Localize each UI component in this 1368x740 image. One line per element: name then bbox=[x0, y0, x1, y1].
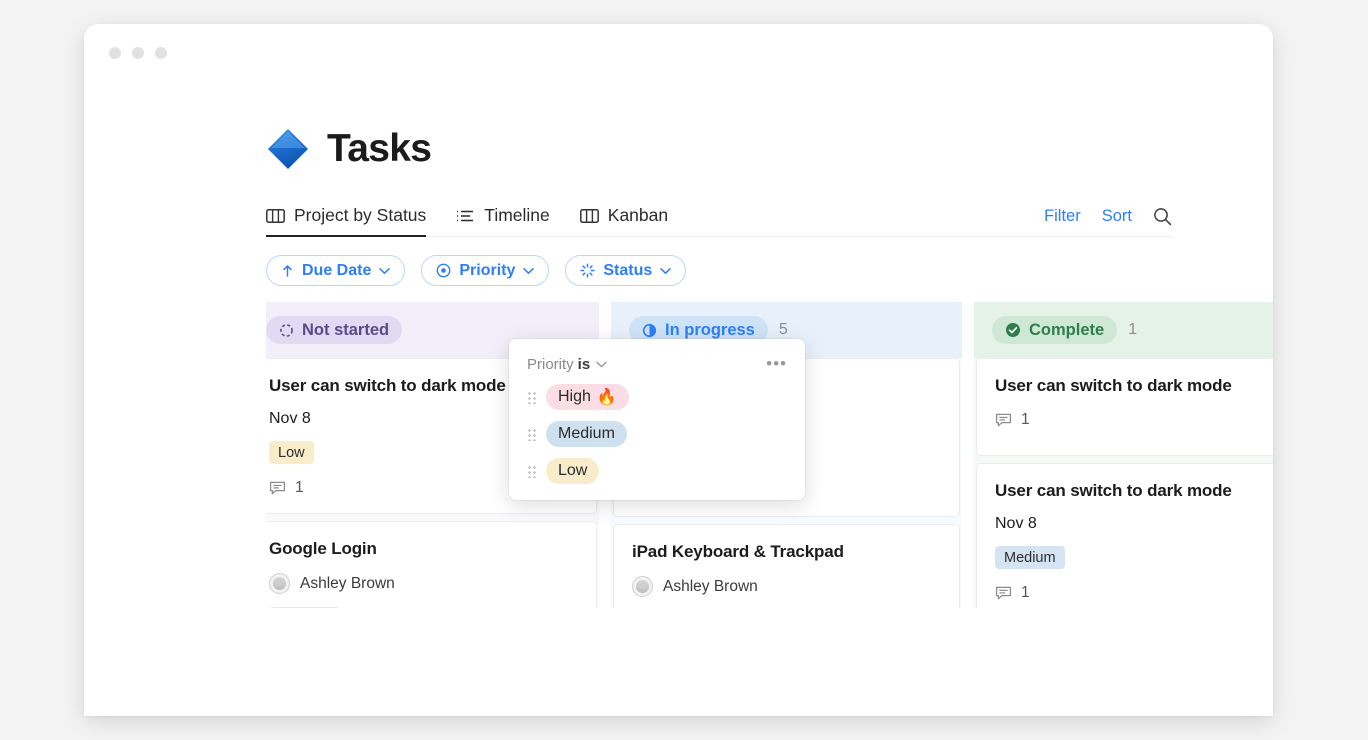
page-title: Tasks bbox=[327, 127, 431, 171]
avatar bbox=[632, 576, 653, 597]
popup-field-label: Priority bbox=[527, 356, 574, 373]
status-label: Complete bbox=[1029, 321, 1104, 340]
option-pill: High 🔥 bbox=[546, 384, 629, 410]
view-tabs-bar: Project by Status Timeline bbox=[266, 205, 1172, 237]
fire-icon: 🔥 bbox=[597, 387, 617, 407]
view-tabs: Project by Status Timeline bbox=[266, 205, 668, 236]
chip-due-date[interactable]: Due Date bbox=[266, 255, 405, 286]
toolbar-actions: Filter Sort bbox=[1044, 207, 1172, 236]
popup-option-medium[interactable]: Medium bbox=[527, 421, 787, 447]
window-titlebar bbox=[84, 24, 1273, 82]
chevron-down-icon bbox=[379, 263, 390, 278]
chevron-down-icon[interactable] bbox=[596, 359, 607, 371]
popup-option-low[interactable]: Low bbox=[527, 458, 787, 484]
card-assignee: Ashley Brown bbox=[632, 576, 941, 597]
drag-handle-icon[interactable] bbox=[527, 427, 537, 441]
arrow-up-icon bbox=[281, 264, 294, 278]
chip-label: Due Date bbox=[302, 262, 371, 280]
search-icon[interactable] bbox=[1153, 207, 1172, 226]
status-label: Not started bbox=[302, 321, 389, 340]
assignee-name: Ashley Brown bbox=[663, 578, 758, 596]
column-count: 5 bbox=[779, 321, 788, 339]
columns-icon bbox=[580, 208, 599, 224]
option-label: Medium bbox=[558, 425, 615, 443]
column-header: Complete 1 bbox=[974, 302, 1273, 358]
card-comments: 1 bbox=[995, 584, 1273, 602]
close-window-button[interactable] bbox=[109, 47, 121, 59]
check-circle-icon bbox=[1005, 322, 1021, 338]
option-pill: Low bbox=[546, 458, 599, 484]
column-count: 1 bbox=[1128, 321, 1137, 339]
option-label: High bbox=[558, 388, 591, 406]
priority-filter-popup[interactable]: Priority is ••• High 🔥 Medium Low bbox=[509, 339, 805, 500]
tab-kanban[interactable]: Kanban bbox=[580, 205, 668, 236]
drag-handle-icon[interactable] bbox=[527, 464, 537, 478]
status-badge[interactable]: Not started bbox=[266, 316, 402, 344]
task-card[interactable]: Google Login Ashley Brown High 🔥 bbox=[266, 521, 597, 608]
tab-timeline[interactable]: Timeline bbox=[456, 205, 549, 236]
board-column-complete: Complete 1 User can switch to dark mode bbox=[974, 302, 1273, 608]
app-window: Tasks Project by Status bbox=[84, 24, 1273, 716]
popup-operator[interactable]: is bbox=[578, 356, 591, 373]
tab-label: Project by Status bbox=[294, 205, 426, 226]
popup-option-high[interactable]: High 🔥 bbox=[527, 384, 787, 410]
ellipsis-icon[interactable]: ••• bbox=[766, 359, 787, 369]
comment-icon bbox=[269, 480, 286, 496]
popup-header: Priority is ••• bbox=[527, 356, 787, 373]
card-title: User can switch to dark mode bbox=[995, 481, 1273, 501]
avatar bbox=[269, 573, 290, 594]
page-header: Tasks bbox=[266, 127, 1273, 171]
task-card[interactable]: User can switch to dark mode 1 bbox=[976, 358, 1273, 456]
filter-button[interactable]: Filter bbox=[1044, 207, 1081, 226]
chevron-down-icon bbox=[523, 263, 534, 278]
option-pill: Medium bbox=[546, 421, 627, 447]
maximize-window-button[interactable] bbox=[155, 47, 167, 59]
column-cards: User can switch to dark mode 1 bbox=[974, 358, 1273, 608]
card-assignee: Ashley Brown bbox=[269, 573, 578, 594]
chip-status[interactable]: Status bbox=[565, 255, 686, 286]
task-card[interactable]: iPad Keyboard & Trackpad Ashley Brown bbox=[613, 524, 960, 608]
priority-badge: Low bbox=[269, 441, 314, 464]
blue-diamond-icon bbox=[266, 127, 310, 171]
tab-label: Timeline bbox=[484, 205, 549, 226]
chip-label: Status bbox=[603, 262, 652, 280]
priority-badge: High 🔥 bbox=[269, 607, 340, 608]
chip-priority[interactable]: Priority bbox=[421, 255, 549, 286]
card-title: Google Login bbox=[269, 539, 578, 559]
target-dot-icon bbox=[436, 263, 451, 278]
comment-icon bbox=[995, 585, 1012, 601]
priority-label: Medium bbox=[1004, 550, 1056, 566]
task-card[interactable]: User can switch to dark mode Nov 8 Mediu… bbox=[976, 463, 1273, 608]
dashed-circle-icon bbox=[279, 323, 294, 338]
comment-icon bbox=[995, 412, 1012, 428]
card-due-date: Nov 8 bbox=[995, 515, 1273, 533]
option-label: Low bbox=[558, 462, 587, 480]
priority-badge: Medium bbox=[995, 546, 1065, 569]
card-title: User can switch to dark mode bbox=[995, 376, 1273, 396]
chevron-down-icon bbox=[660, 263, 671, 278]
status-label: In progress bbox=[665, 321, 755, 340]
priority-label: Low bbox=[278, 445, 305, 461]
half-circle-icon bbox=[642, 323, 657, 338]
status-badge[interactable]: Complete bbox=[992, 316, 1117, 344]
spinner-icon bbox=[580, 263, 595, 278]
columns-icon bbox=[266, 208, 285, 224]
timeline-list-icon bbox=[456, 208, 475, 224]
comment-count: 1 bbox=[295, 479, 304, 497]
card-comments: 1 bbox=[995, 411, 1273, 429]
tab-project-by-status[interactable]: Project by Status bbox=[266, 205, 426, 236]
tab-label: Kanban bbox=[608, 205, 668, 226]
filter-chips: Due Date Priority bbox=[266, 255, 1273, 286]
drag-handle-icon[interactable] bbox=[527, 390, 537, 404]
assignee-name: Ashley Brown bbox=[300, 575, 395, 593]
card-title: iPad Keyboard & Trackpad bbox=[632, 542, 941, 562]
minimize-window-button[interactable] bbox=[132, 47, 144, 59]
comment-count: 1 bbox=[1021, 411, 1030, 429]
comment-count: 1 bbox=[1021, 584, 1030, 602]
sort-button[interactable]: Sort bbox=[1102, 207, 1132, 226]
chip-label: Priority bbox=[459, 262, 515, 280]
